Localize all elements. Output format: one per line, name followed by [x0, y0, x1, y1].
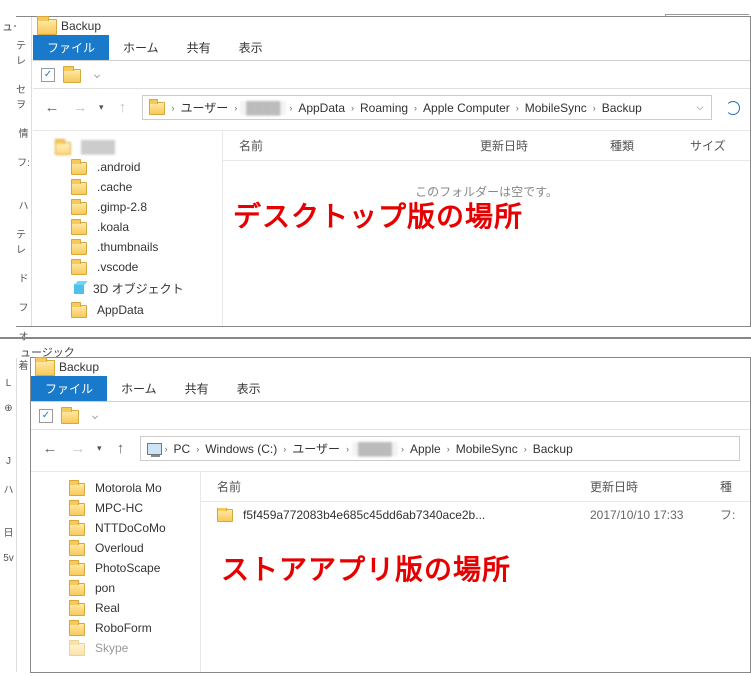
tab-share[interactable]: 共有 [173, 35, 225, 60]
tab-file[interactable]: ファイル [33, 35, 109, 60]
titlebar: Backup [33, 17, 750, 35]
history-dropdown[interactable]: ▾ [99, 102, 104, 113]
folder-icon[interactable] [61, 410, 77, 422]
annotation-store: ストアアプリ版の場所 [221, 548, 511, 588]
breadcrumb-user-blurred[interactable]: ████ [240, 101, 286, 115]
tree-item[interactable]: RoboForm [67, 618, 196, 638]
breadcrumb-item[interactable]: Backup [599, 101, 645, 115]
file-date: 2017/10/10 17:33 [582, 508, 712, 522]
folder-icon [149, 102, 163, 113]
tab-share[interactable]: 共有 [171, 376, 223, 401]
tree-item[interactable]: ████ [53, 137, 218, 157]
tab-home[interactable]: ホーム [107, 376, 171, 401]
breadcrumb-item[interactable]: AppData [295, 101, 348, 115]
tab-view[interactable]: 表示 [225, 35, 277, 60]
breadcrumb-item[interactable]: Apple [407, 442, 444, 456]
tree-item[interactable]: Overloud [67, 538, 196, 558]
address-bar-row: ← → ▾ ↑ › ユーザー› ████› AppData› Roaming› … [33, 89, 750, 131]
left-truncated-strip: テレセヲ情フ:ハテレドフオ着 [16, 17, 32, 326]
pc-icon [147, 443, 162, 455]
dropdown-icon[interactable] [94, 72, 100, 78]
column-headers: 名前 更新日時 種類 サイズ [223, 131, 750, 161]
up-button[interactable]: ↑ [112, 440, 130, 458]
tree-item[interactable]: Motorola Mo [67, 478, 196, 498]
window-title: Backup [59, 360, 99, 374]
ribbon: ファイル ホーム 共有 表示 [31, 376, 750, 402]
ribbon: ファイル ホーム 共有 表示 [33, 35, 750, 61]
nav-tree: ████ .android .cache .gimp-2.8 .koala .t… [33, 131, 223, 326]
breadcrumb-item[interactable]: Backup [530, 442, 576, 456]
file-list: 名前 更新日時 種 f5f459a772083b4e685c45dd6ab734… [201, 472, 750, 672]
tree-item[interactable]: .cache [69, 177, 218, 197]
tree-item[interactable]: Real [67, 598, 196, 618]
tree-item[interactable]: NTTDoCoMo [67, 518, 196, 538]
tree-item[interactable]: .vscode [69, 257, 218, 277]
up-button[interactable]: ↑ [114, 99, 132, 117]
left-truncated-strip: L⊕Jハ日5v [1, 358, 17, 672]
tree-item[interactable]: MPC-HC [67, 498, 196, 518]
breadcrumb-item[interactable]: ユーザー [178, 99, 232, 116]
back-button[interactable]: ← [41, 440, 59, 458]
tab-home[interactable]: ホーム [109, 35, 173, 60]
folder-icon [217, 509, 231, 520]
col-type[interactable]: 種類 [602, 137, 682, 154]
folder-icon [35, 360, 53, 374]
file-list: 名前 更新日時 種類 サイズ このフォルダーは空です。 デスクトップ版の場所 [223, 131, 750, 326]
folder-icon [37, 19, 55, 33]
breadcrumb-item[interactable]: PC [171, 442, 194, 456]
col-type[interactable]: 種 [712, 478, 742, 495]
empty-folder-message: このフォルダーは空です。 [223, 161, 750, 222]
tab-file[interactable]: ファイル [31, 376, 107, 401]
col-size[interactable]: サイズ [682, 137, 742, 154]
file-name: f5f459a772083b4e685c45dd6ab7340ace2b... [243, 508, 485, 522]
tree-item[interactable]: pon [67, 578, 196, 598]
tree-item[interactable]: 3D オブジェクト [69, 277, 218, 300]
breadcrumb-item[interactable]: Roaming [357, 101, 411, 115]
breadcrumb-bar[interactable]: › PC› Windows (C:)› ユーザー› ████› Apple› M… [140, 436, 740, 461]
tree-item[interactable]: PhotoScape [67, 558, 196, 578]
breadcrumb-item[interactable]: ユーザー [289, 440, 343, 457]
forward-button[interactable]: → [71, 99, 89, 117]
col-name[interactable]: 名前 [231, 137, 472, 154]
breadcrumb-item[interactable]: MobileSync [522, 101, 590, 115]
window-title: Backup [61, 19, 101, 33]
address-bar-row: ← → ▾ ↑ › PC› Windows (C:)› ユーザー› ████› … [31, 430, 750, 472]
file-type: フ: [712, 506, 742, 523]
3d-objects-icon [71, 281, 87, 297]
breadcrumb-item[interactable]: Apple Computer [420, 101, 513, 115]
breadcrumb-bar[interactable]: › ユーザー› ████› AppData› Roaming› Apple Co… [142, 95, 712, 120]
checkbox-icon[interactable]: ✓ [41, 68, 55, 82]
col-date[interactable]: 更新日時 [582, 478, 712, 495]
folder-icon[interactable] [63, 69, 79, 81]
quick-access-toolbar: ✓ [31, 402, 750, 430]
col-date[interactable]: 更新日時 [472, 137, 602, 154]
forward-button[interactable]: → [69, 440, 87, 458]
breadcrumb-item[interactable]: MobileSync [453, 442, 521, 456]
quick-access-toolbar: ✓ [33, 61, 750, 89]
tree-item[interactable]: .android [69, 157, 218, 177]
dropdown-icon[interactable] [92, 413, 98, 419]
list-item[interactable]: f5f459a772083b4e685c45dd6ab7340ace2b... … [201, 502, 750, 527]
titlebar: Backup [31, 358, 750, 376]
column-headers: 名前 更新日時 種 [201, 472, 750, 502]
back-button[interactable]: ← [43, 99, 61, 117]
col-name[interactable]: 名前 [209, 478, 582, 495]
tree-item[interactable]: .koala [69, 217, 218, 237]
breadcrumb-user-blurred[interactable]: ████ [352, 442, 398, 456]
tree-item[interactable]: Skype [67, 638, 196, 658]
breadcrumb-item[interactable]: Windows (C:) [202, 442, 280, 456]
tree-item[interactable]: .gimp-2.8 [69, 197, 218, 217]
nav-tree: Motorola Mo MPC-HC NTTDoCoMo Overloud Ph… [31, 472, 201, 672]
breadcrumb-dropdown[interactable]: ⌵ [695, 102, 705, 113]
checkbox-icon[interactable]: ✓ [39, 409, 53, 423]
refresh-icon[interactable] [726, 101, 740, 115]
tree-item[interactable]: .thumbnails [69, 237, 218, 257]
history-dropdown[interactable]: ▾ [97, 443, 102, 454]
tab-view[interactable]: 表示 [223, 376, 275, 401]
tree-item[interactable]: AppData [69, 300, 218, 320]
